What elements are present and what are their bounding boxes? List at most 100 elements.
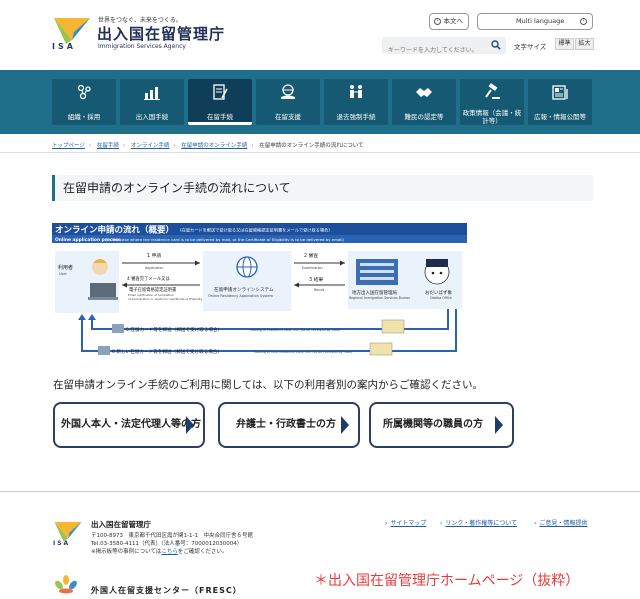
nav-item-publicity[interactable]: 広報・情報公開等 bbox=[528, 79, 592, 125]
nav-item-deportation[interactable]: 退去強制手続 bbox=[324, 79, 388, 125]
step1-label: 1 申請 bbox=[147, 252, 161, 259]
step1-en: Application bbox=[145, 266, 163, 270]
step4b-en: of examination or electronic Certificate… bbox=[128, 297, 203, 301]
mascot-label-en: Odaiba Office bbox=[430, 296, 452, 300]
fresc-label: 外国人在留支援センター（FRESC） bbox=[91, 586, 242, 595]
multi-language-label: Multi language bbox=[516, 17, 565, 25]
step3-label: 3 結果 bbox=[309, 276, 323, 283]
new-residence-card-icon bbox=[369, 342, 393, 356]
chevron-right-icon: › bbox=[434, 18, 441, 25]
nav-label: 在留支援 bbox=[275, 113, 301, 121]
breadcrumb-separator-icon: › bbox=[88, 143, 92, 149]
multi-language-button[interactable]: Multi language › bbox=[477, 13, 593, 30]
diagram-title: オンライン申請の流れ（概要） bbox=[55, 225, 174, 236]
nav-item-residence[interactable]: 在留手続 bbox=[188, 79, 252, 125]
breadcrumb: トップページ › 在留手続 › オンライン手続 › 在留申請のオンライン手続 › 在留申… bbox=[52, 141, 364, 149]
persons-icon bbox=[350, 85, 362, 98]
organization-staff-button[interactable]: 所属機関等の職員の方 bbox=[369, 402, 514, 448]
diagram-title-note: (在留カードを郵送で受け取る又は在留資格認定証明書をメールで受け取る場合) bbox=[180, 227, 330, 234]
globe-hand-icon bbox=[281, 84, 295, 99]
choice-label: 外国人本人・法定代理人等の方 bbox=[61, 419, 201, 430]
online-process-diagram: オンライン申請の流れ（概要） (在留カードを郵送で受け取る又は在留資格認定証明書… bbox=[52, 223, 467, 357]
nav-item-policy[interactable]: 政策情報（会議・統計等） bbox=[460, 79, 524, 125]
breadcrumb-separator-icon: › bbox=[251, 143, 254, 149]
nav-label: 在留手続 bbox=[207, 113, 233, 121]
fresc-logo-icon bbox=[55, 575, 77, 594]
step6-label: 6 新しい在留カード等を郵送（郵送で受け取る場合） bbox=[112, 348, 222, 355]
footer-notice-link[interactable]: こちら bbox=[161, 549, 178, 555]
breadcrumb-link-online[interactable]: オンライン手続 bbox=[131, 143, 170, 149]
footer-notice: ※掲示板等の事例についてはこちらをご確認ください。 bbox=[91, 548, 253, 556]
search-icon[interactable] bbox=[491, 40, 501, 50]
search-box bbox=[382, 37, 506, 60]
document-icon bbox=[213, 84, 228, 100]
org-name[interactable]: 出入国在留管理庁 bbox=[97, 23, 225, 44]
step4-label: 4 審査完了メール又は bbox=[127, 275, 170, 282]
breadcrumb-current: 在留申請のオンライン手続の流れについて bbox=[259, 143, 364, 149]
footer-link-sitemap[interactable]: サイトマップ bbox=[385, 518, 426, 527]
nav-item-immigration[interactable]: 出入国手続 bbox=[120, 79, 184, 125]
system-label: 在留申請オンラインシステム bbox=[214, 286, 274, 293]
intro-text: 在留申請オンライン手続のご利用に関しては、以下の利用者別の案内からご確認ください… bbox=[53, 379, 483, 391]
logo-text: ISA bbox=[52, 42, 76, 51]
foreign-national-button[interactable]: 外国人本人・法定代理人等の方 bbox=[53, 402, 205, 448]
footer-notice-prefix: ※掲示板等の事例については bbox=[91, 549, 162, 555]
chevron-down-icon: › bbox=[580, 18, 587, 25]
step4b-label: 電子在留資格認定証明書 bbox=[129, 286, 177, 293]
nav-item-organization[interactable]: 組織・採用 bbox=[52, 79, 116, 125]
excerpt-caption: ＊出入国在留管理庁ホームページ（抜粋） bbox=[314, 573, 580, 589]
search-input[interactable] bbox=[382, 42, 482, 60]
chevron-right-icon bbox=[495, 416, 503, 434]
site-header: ISA 世界をつなぐ、未来をつくる。 出入国在留管理庁 Immigration … bbox=[0, 0, 640, 70]
step5-en: Mailing of residence card, etc. (to be r… bbox=[250, 328, 340, 332]
nav-label: 政策情報（会議・統計等） bbox=[462, 109, 522, 125]
footer-link-copyright[interactable]: リンク・著作権等について bbox=[440, 518, 517, 527]
footer-address-block: 〒100-8973 東京都千代田区霞が関1-1-1 中央合同庁舎６号館 Tel.… bbox=[91, 532, 253, 556]
laptop-icon bbox=[90, 283, 116, 297]
gavel-icon bbox=[485, 83, 500, 99]
nav-label: 退去強制手続 bbox=[336, 113, 376, 121]
chevron-right-icon bbox=[186, 416, 194, 434]
nav-item-refugee[interactable]: 難民の認定等 bbox=[392, 79, 456, 125]
nav-label: 難民の認定等 bbox=[404, 113, 444, 121]
user-box bbox=[55, 251, 119, 313]
footer-org-name: 出入国在留管理庁 bbox=[91, 520, 151, 529]
lawyer-scrivener-button[interactable]: 弁護士・行政書士の方 bbox=[218, 402, 360, 448]
font-size-label: 文字サイズ bbox=[514, 43, 547, 51]
footer-divider bbox=[0, 491, 640, 492]
skip-to-content-label: 本文へ bbox=[443, 17, 464, 25]
chart-icon bbox=[144, 87, 160, 100]
residence-card-icon bbox=[381, 319, 405, 334]
breadcrumb-link-top[interactable]: トップページ bbox=[52, 143, 85, 149]
user-label: 利用者 bbox=[58, 264, 73, 271]
font-standard-button[interactable]: 標準 bbox=[555, 38, 574, 50]
choice-label: 弁護士・行政書士の方 bbox=[236, 419, 336, 430]
footer-address: 〒100-8973 東京都千代田区霞が関1-1-1 中央合同庁舎６号館 bbox=[91, 533, 253, 539]
people-icon bbox=[77, 84, 91, 100]
footer-link-feedback[interactable]: ご意見・情報提供 bbox=[534, 518, 587, 527]
breadcrumb-link-residence[interactable]: 在留手続 bbox=[97, 143, 119, 149]
user-label-en: User bbox=[59, 272, 68, 276]
choice-label: 所属機関等の職員の方 bbox=[383, 419, 483, 430]
bureau-label-en: Regional Immigration Services Bureau bbox=[349, 296, 410, 300]
nav-label: 出入国手続 bbox=[135, 113, 169, 121]
page-title: 在留申請のオンライン手続の流れについて bbox=[52, 175, 593, 201]
footer-logo-text: ISA bbox=[53, 540, 71, 547]
step6-en: Mailing of new residence card, etc. (to … bbox=[254, 350, 352, 354]
nav-item-support[interactable]: 在留支援 bbox=[256, 79, 320, 125]
nav-label: 広報・情報公開等 bbox=[534, 113, 586, 121]
bureau-label: 地方出入国在留管理局 bbox=[352, 289, 397, 296]
step5-label: 5 在留カード等を郵送（郵送で受け取る場合） bbox=[126, 326, 222, 333]
news-icon bbox=[552, 85, 568, 100]
breadcrumb-separator-icon: › bbox=[122, 143, 126, 149]
breadcrumb-link-online-residence[interactable]: 在留申請のオンライン手続 bbox=[181, 143, 247, 149]
breadcrumb-separator-icon: › bbox=[173, 143, 176, 149]
skip-to-content-button[interactable]: › 本文へ bbox=[429, 13, 469, 30]
diagram-subtitle-en-note: (in the case where the residence card is… bbox=[106, 237, 344, 242]
mascot-label: おだいばず象 bbox=[425, 289, 452, 296]
font-large-button[interactable]: 拡大 bbox=[575, 38, 594, 50]
step2-label: 2 審査 bbox=[304, 252, 318, 259]
system-label-en: Online Residency Application System bbox=[208, 294, 274, 298]
step3-en: Result bbox=[314, 288, 325, 292]
step2-en: Examination bbox=[302, 266, 323, 270]
